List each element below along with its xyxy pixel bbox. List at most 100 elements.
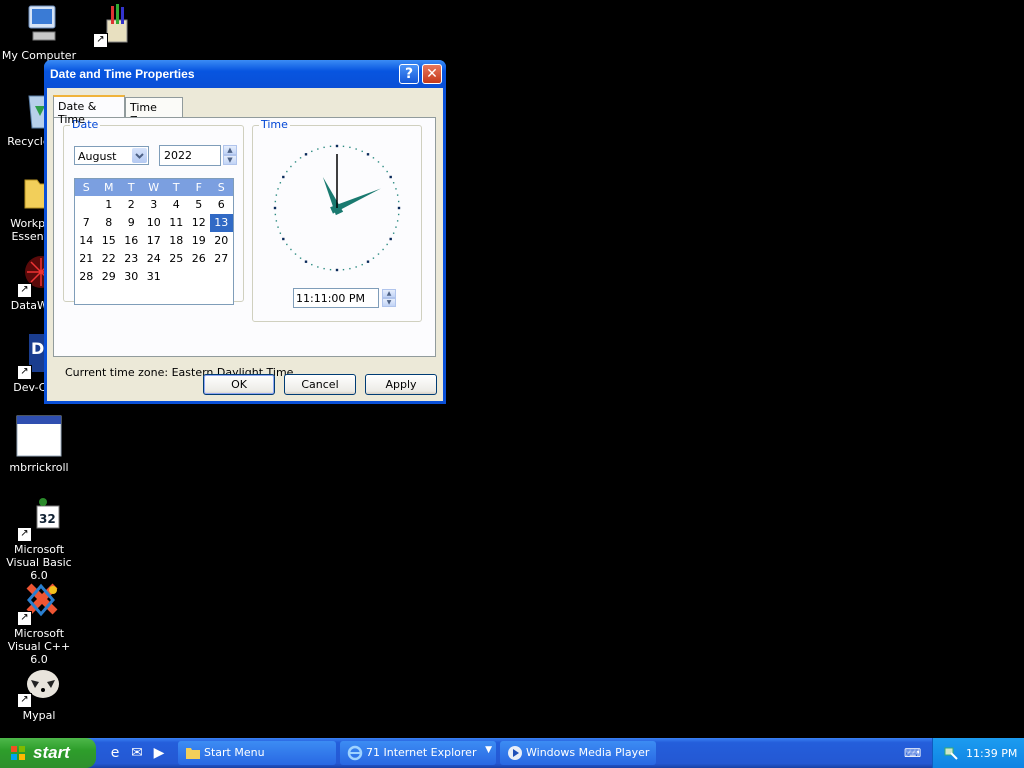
desktop-icon-visual-cpp[interactable]: ↗ Microsoft Visual C++ 6.0	[0, 580, 78, 666]
calendar-day[interactable]: 6	[210, 196, 233, 214]
chevron-down-icon[interactable]: ▼	[485, 745, 492, 755]
task-start-menu[interactable]: Start Menu	[178, 741, 336, 765]
calendar-day[interactable]: 15	[98, 232, 121, 250]
clock-minute-mark	[382, 248, 384, 251]
calendar-day[interactable]: 8	[98, 214, 121, 232]
calendar-day[interactable]: 9	[120, 214, 143, 232]
visual-cpp-icon: ↗	[15, 580, 63, 626]
calendar-day[interactable]: 18	[165, 232, 188, 250]
calendar-day[interactable]: 10	[143, 214, 166, 232]
month-select[interactable]: August	[74, 146, 149, 165]
apply-button[interactable]: Apply	[365, 374, 437, 395]
calendar-week-row: 21 22 23 24 25 26 27	[75, 250, 233, 268]
calendar-empty-cell	[75, 196, 98, 214]
start-button[interactable]: start	[0, 738, 96, 768]
ok-button[interactable]: OK	[203, 374, 275, 395]
clock-minute-mark	[277, 226, 279, 228]
tab-date-time[interactable]: Date & Time	[53, 95, 125, 126]
desktop-icon-mypal[interactable]: ↗ Mypal	[0, 662, 78, 722]
clock-minute-mark	[342, 268, 345, 271]
clock-minute-mark	[392, 182, 395, 184]
calendar-day[interactable]: 12	[188, 214, 211, 232]
date-time-properties-dialog: Date and Time Properties ? ✕ Date & Time…	[44, 60, 446, 404]
clock-minute-mark	[277, 188, 279, 190]
spin-down-icon[interactable]: ▼	[382, 298, 396, 307]
clock-minute-mark	[329, 145, 332, 148]
desktop-icon-label: Microsoft Visual Basic 6.0	[6, 543, 72, 582]
calendar-day[interactable]: 24	[143, 250, 166, 268]
year-spinner[interactable]: 2022 ▲ ▼	[159, 145, 237, 166]
spin-up-icon[interactable]: ▲	[382, 289, 396, 298]
spin-down-icon[interactable]: ▼	[223, 155, 237, 165]
calendar-day[interactable]: 16	[120, 232, 143, 250]
clock-minute-mark	[342, 145, 345, 148]
tab-time-zone[interactable]: Time Zone	[125, 97, 183, 127]
cancel-button[interactable]: Cancel	[284, 374, 356, 395]
calendar-day[interactable]: 30	[120, 268, 143, 286]
calendar-empty-cell	[188, 268, 211, 286]
clock-minute-mark	[290, 248, 292, 251]
calendar-day[interactable]: 22	[98, 250, 121, 268]
clock-minute-mark	[395, 188, 397, 190]
calendar-day[interactable]: 1	[98, 196, 121, 214]
quicklaunch-media-player-icon[interactable]: ▶	[150, 744, 168, 762]
calendar-day[interactable]: 17	[143, 232, 166, 250]
clock-minute-mark	[286, 243, 288, 246]
calendar-day[interactable]: 20	[210, 232, 233, 250]
calendar-day[interactable]: 5	[188, 196, 211, 214]
network-icon[interactable]	[943, 745, 959, 761]
clock-minute-mark	[386, 243, 388, 246]
application-window-icon	[15, 414, 63, 458]
calendar-day[interactable]: 14	[75, 232, 98, 250]
desktop-icon-paint[interactable]: ↗	[76, 2, 154, 49]
task-internet-explorer-group[interactable]: 71 Internet Explorer ▼	[340, 741, 496, 765]
clock-minute-mark	[355, 148, 357, 150]
clock-hour-mark	[304, 260, 308, 263]
system-tray: 11:39 PM	[932, 738, 1024, 768]
clock-minute-mark	[372, 157, 375, 159]
spin-up-icon[interactable]: ▲	[223, 145, 237, 155]
chevron-down-icon[interactable]	[132, 148, 147, 163]
quicklaunch-outlook-icon[interactable]: ✉	[128, 744, 146, 762]
calendar-day[interactable]: 13	[210, 214, 233, 232]
task-windows-media-player[interactable]: Windows Media Player	[500, 741, 656, 765]
keyboard-language-icon[interactable]: ⌨	[904, 746, 921, 760]
weekday-label: T	[127, 181, 135, 194]
shortcut-arrow-icon: ↗	[93, 33, 108, 48]
calendar-day[interactable]: 31	[143, 268, 166, 286]
tray-clock[interactable]: 11:39 PM	[966, 747, 1017, 760]
clock-minute-mark	[355, 266, 357, 268]
clock-minute-mark	[279, 232, 282, 234]
shortcut-arrow-icon: ↗	[17, 365, 32, 380]
calendar-day[interactable]: 7	[75, 214, 98, 232]
time-field[interactable]: 11:11:00 PM	[293, 288, 379, 308]
calendar-day[interactable]: 29	[98, 268, 121, 286]
clock-minute-mark	[361, 150, 363, 153]
calendar-day[interactable]: 19	[188, 232, 211, 250]
calendar-day[interactable]: 27	[210, 250, 233, 268]
calendar-day[interactable]: 11	[165, 214, 188, 232]
calendar-day[interactable]: 28	[75, 268, 98, 286]
dialog-titlebar[interactable]: Date and Time Properties ? ✕	[44, 60, 446, 88]
desktop-icon-visual-basic[interactable]: 32 ↗ Microsoft Visual Basic 6.0	[0, 496, 78, 582]
calendar-day[interactable]: 21	[75, 250, 98, 268]
quicklaunch-internet-explorer-icon[interactable]: e	[106, 744, 124, 762]
clock-minute-mark	[274, 200, 277, 203]
calendar-day[interactable]: 26	[188, 250, 211, 268]
weekday-label: T	[172, 181, 180, 194]
calendar-day[interactable]: 25	[165, 250, 188, 268]
clock-minute-mark	[317, 148, 319, 150]
calendar-day[interactable]: 4	[165, 196, 188, 214]
clock-minute-mark	[323, 267, 325, 270]
calendar-day[interactable]: 23	[120, 250, 143, 268]
close-button[interactable]: ✕	[422, 64, 442, 84]
task-label: Windows Media Player	[526, 746, 650, 759]
help-button[interactable]: ?	[399, 64, 419, 84]
desktop-icon-mbrrickroll[interactable]: mbrrickroll	[0, 414, 78, 474]
year-field[interactable]: 2022	[159, 145, 221, 166]
analog-clock	[273, 144, 401, 272]
calendar-day[interactable]: 2	[120, 196, 143, 214]
month-calendar[interactable]: S M T W T F S 1 2 3 4 5 6 7 8 9 10 11 12 13 14 15 16 17 1…	[74, 178, 234, 305]
calendar-day[interactable]: 3	[143, 196, 166, 214]
desktop-icon-my-computer[interactable]: My Computer	[0, 2, 78, 62]
